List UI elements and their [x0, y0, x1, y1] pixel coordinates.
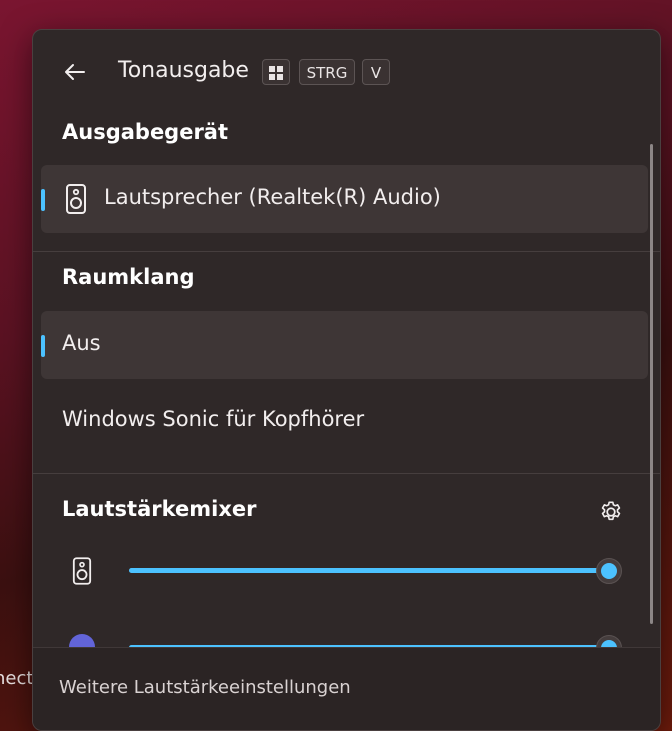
selection-indicator: [41, 335, 45, 357]
selection-indicator: [41, 189, 45, 211]
slider-thumb[interactable]: [596, 558, 622, 584]
windows-logo-icon: [269, 66, 283, 80]
ctrl-key-badge: STRG: [299, 59, 355, 85]
slider-fill: [129, 568, 609, 573]
flyout-header: Tonausgabe STRG V: [33, 30, 660, 114]
spatial-sound-windows-sonic[interactable]: Windows Sonic für Kopfhörer: [41, 387, 648, 455]
more-volume-settings-link[interactable]: Weitere Lautstärkeeinstellungen: [59, 677, 351, 698]
section-divider: [33, 251, 660, 252]
flyout-title: Tonausgabe: [118, 58, 249, 83]
flyout-footer: Weitere Lautstärkeeinstellungen: [33, 647, 660, 730]
windows-key-badge: [262, 59, 290, 85]
spatial-sound-off[interactable]: Aus: [41, 311, 648, 379]
desktop-peek-text: nect: [0, 668, 34, 689]
output-device-speaker[interactable]: Lautsprecher (Realtek(R) Audio): [41, 165, 648, 233]
windows-sonic-label: Windows Sonic für Kopfhörer: [62, 407, 365, 431]
spatial-sound-heading: Raumklang: [62, 265, 195, 289]
spatial-sound-off-label: Aus: [62, 331, 101, 355]
mixer-settings-button[interactable]: [598, 499, 624, 525]
output-device-heading: Ausgabegerät: [62, 120, 229, 144]
sound-output-flyout: Tonausgabe STRG V Ausgabegerät Lautsprec…: [32, 29, 661, 731]
back-button[interactable]: [59, 56, 91, 88]
arrow-left-icon: [65, 64, 85, 80]
speaker-volume-slider[interactable]: [129, 558, 622, 584]
scrollbar[interactable]: [650, 144, 653, 624]
speaker-icon: [65, 184, 87, 218]
mixer-row-speaker: [33, 550, 660, 590]
gear-icon: [601, 501, 621, 521]
volume-mixer-heading: Lautstärkemixer: [62, 497, 257, 521]
output-device-label: Lautsprecher (Realtek(R) Audio): [104, 185, 441, 209]
speaker-icon: [72, 557, 92, 589]
v-key-badge: V: [362, 59, 390, 85]
section-divider: [33, 473, 660, 474]
